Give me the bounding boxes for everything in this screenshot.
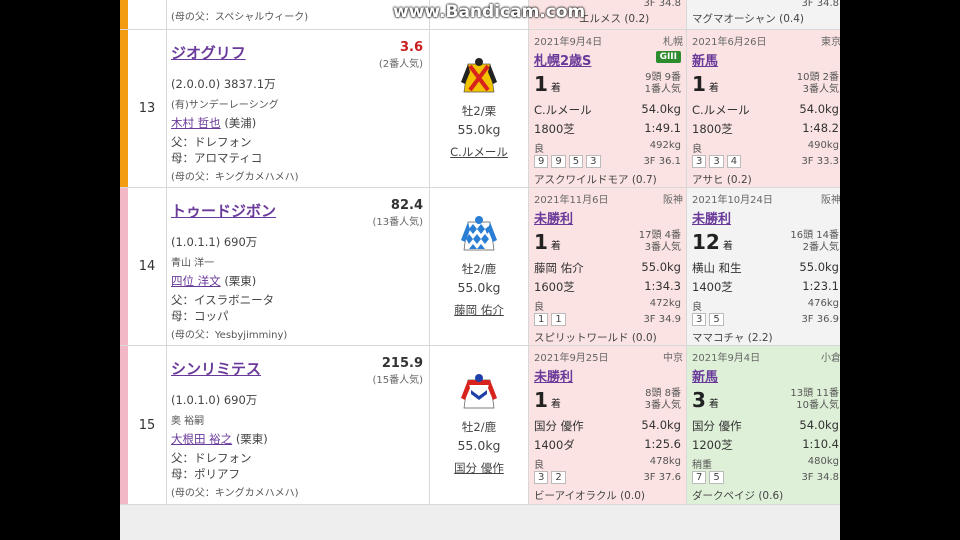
jockey-info: 牡2/栗 55.0kg C.ルメール — [430, 30, 529, 187]
horse-info: シンリミテス 215.9 (15番人気) (1.0.1.0) 690万 奥 裕嗣… — [167, 346, 430, 504]
table-row: 14 トゥードジボン 82.4 (13番人気) (1.0.1.1) 690万 青… — [120, 188, 840, 346]
horse-number: 14 — [128, 188, 167, 345]
sire-text: 父：イスラボニータ — [171, 293, 275, 307]
sex-age: 牡2/栗 — [461, 104, 497, 118]
race-name-link[interactable]: 新馬 — [692, 50, 718, 69]
last3f-text: 3F 34.8 — [643, 0, 681, 9]
record-text: (1.0.1.1) 690万 — [171, 235, 258, 249]
jockey-link[interactable]: 国分 優作 — [430, 460, 528, 476]
jockey-info: 牡2/鹿 55.0kg 藤岡 佑介 — [430, 188, 529, 345]
prev-race-cell[interactable]: 2021年10月24日 阪神 未勝利 12 着 16頭 14番 2番人気 横山 和生… — [687, 188, 840, 345]
prev-race-cell[interactable]: 2021年6月26日 東京 新馬 1着 10頭 2番 3番人気 C.ルメール 54… — [687, 30, 840, 187]
passing-order: 75 — [692, 471, 724, 484]
silk-yellow-red-cross-icon — [461, 58, 497, 93]
passing-order: 334 — [692, 155, 742, 168]
prev-race-cell[interactable]: 2021年9月4日 小倉 新馬 3着 13頭 11番 10番人気 国分 優作 54… — [687, 346, 840, 504]
race-name-link[interactable]: 札幌2歳S — [534, 50, 591, 69]
horse-name-link[interactable]: ジオグリフ — [171, 42, 246, 63]
jockey-link[interactable]: C.ルメール — [430, 144, 528, 160]
jockey-link[interactable]: 藤岡 佑介 — [430, 302, 528, 318]
race-name-link[interactable]: 新馬 — [692, 366, 718, 385]
silk-red-white-blue-icon — [461, 374, 497, 409]
trainer-stable: (栗東) — [235, 432, 268, 446]
owner-text: 青山 洋一 — [171, 258, 215, 269]
burden-weight: 55.0kg — [457, 438, 501, 453]
race-name-link[interactable]: 未勝利 — [692, 208, 731, 227]
dam-text: 母：コッパ — [171, 309, 229, 323]
damsire-text: (母の父：Yesbyjimminy) — [171, 330, 288, 341]
winner-text: エルメス (0.2) — [579, 13, 650, 25]
last3f-text: 3F 34.8 — [801, 0, 839, 9]
race-card-page: (母の父：スペシャルウィーク) エルメス (0.2) 3F 34.8 マグマオー… — [120, 0, 840, 540]
winner-text: マグマオーシャン (0.4) — [692, 13, 805, 25]
popularity-text: (13番人気) — [372, 217, 423, 228]
popularity-text: (15番人気) — [372, 375, 423, 386]
sex-age: 牡2/鹿 — [461, 262, 497, 276]
odds-value: 3.6 — [399, 40, 423, 55]
sex-age: 牡2/鹿 — [461, 420, 497, 434]
silk-blue-diamonds-icon — [461, 216, 497, 251]
record-text: (2.0.0.0) 3837.1万 — [171, 77, 276, 91]
popularity-text: (2番人気) — [378, 59, 423, 70]
horse-info: ジオグリフ 3.6 (2番人気) (2.0.0.0) 3837.1万 (有)サン… — [167, 30, 430, 187]
jockey-info: 牡2/鹿 55.0kg 国分 優作 — [430, 346, 529, 504]
trainer-link[interactable]: 大根田 裕之 — [171, 432, 232, 446]
trainer-stable: (美浦) — [224, 116, 257, 130]
record-text: (1.0.1.0) 690万 — [171, 393, 258, 407]
damsire-text: (母の父：キングカメハメハ) — [171, 172, 299, 183]
owner-text: (有)サンデーレーシング — [171, 100, 279, 111]
grade-badge: GIII — [655, 51, 681, 63]
table-row: 13 ジオグリフ 3.6 (2番人気) (2.0.0.0) 3837.1万 (有… — [120, 30, 840, 188]
horse-name-link[interactable]: トゥードジボン — [171, 200, 276, 221]
burden-weight: 55.0kg — [457, 280, 501, 295]
dam-text: 母：アロマティコ — [171, 151, 263, 165]
trainer-link[interactable]: 木村 哲也 — [171, 116, 221, 130]
horse-name-link[interactable]: シンリミテス — [171, 358, 261, 379]
prev-race-cell[interactable]: 2021年11月6日 阪神 未勝利 1着 17頭 4番 3番人気 藤岡 佑介 55… — [529, 188, 687, 345]
prev-race-cell: マグマオーシャン (0.4) 3F 34.8 — [687, 0, 840, 29]
horse-info: トゥードジボン 82.4 (13番人気) (1.0.1.1) 690万 青山 洋… — [167, 188, 430, 345]
sire-text: 父：ドレフォン — [171, 451, 252, 465]
passing-order: 32 — [534, 471, 566, 484]
prev-race-cell[interactable]: 2021年9月4日 札幌 札幌2歳S GIII 1着 9頭 9番 1番人気 C.ル… — [529, 30, 687, 187]
passing-order: 11 — [534, 313, 566, 326]
damsire-text: (母の父：スペシャルウィーク) — [171, 12, 309, 23]
passing-order: 35 — [692, 313, 724, 326]
gate-color — [120, 30, 128, 187]
passing-order: 9953 — [534, 155, 601, 168]
dam-text: 母：ポリアフ — [171, 467, 240, 481]
burden-weight: 55.0kg — [457, 122, 501, 137]
bandicam-watermark: www.Bandicam.com — [393, 2, 586, 22]
owner-text: 奥 裕嗣 — [171, 416, 205, 427]
sire-text: 父：ドレフォン — [171, 135, 252, 149]
odds-value: 82.4 — [390, 198, 423, 213]
trainer-stable: (栗東) — [224, 274, 257, 288]
damsire-text: (母の父：キングカメハメハ) — [171, 488, 299, 499]
horse-number: 13 — [128, 30, 167, 187]
race-name-link[interactable]: 未勝利 — [534, 208, 573, 227]
trainer-link[interactable]: 四位 洋文 — [171, 274, 221, 288]
gate-color — [120, 346, 128, 504]
gate-color — [120, 188, 128, 345]
horse-number: 15 — [128, 346, 167, 504]
page-bottom-area — [120, 505, 840, 540]
race-name-link[interactable]: 未勝利 — [534, 366, 573, 385]
odds-value: 215.9 — [381, 356, 423, 371]
prev-race-cell[interactable]: 2021年9月25日 中京 未勝利 1着 8頭 8番 3番人気 国分 優作 54.… — [529, 346, 687, 504]
table-row: 15 シンリミテス 215.9 (15番人気) (1.0.1.0) 690万 奥… — [120, 346, 840, 505]
